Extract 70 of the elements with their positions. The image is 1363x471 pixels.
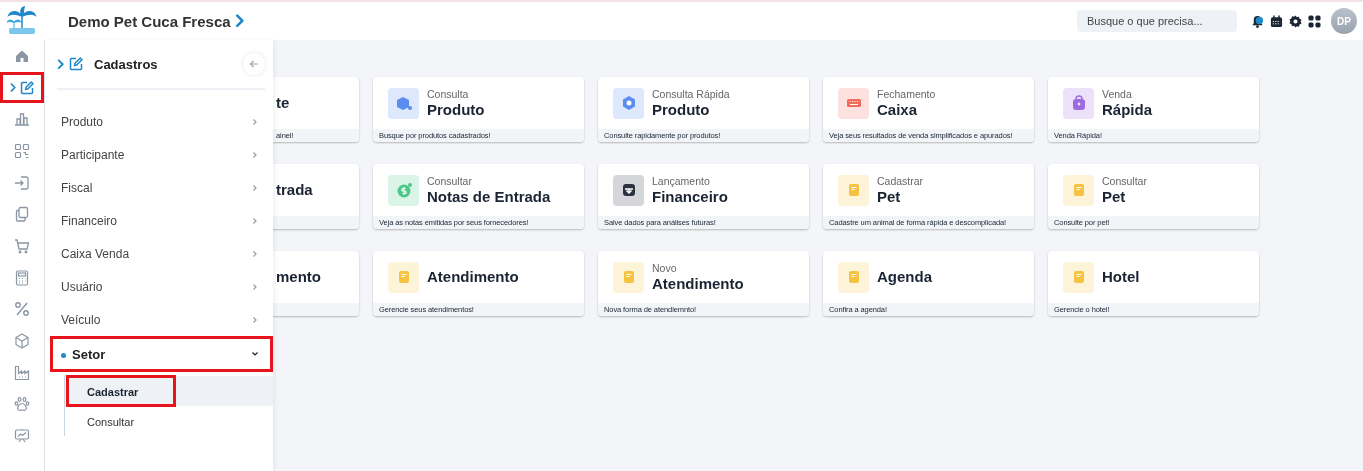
card-title: trada [276, 181, 313, 199]
app-title: Demo Pet Cuca Fresca [68, 12, 231, 30]
bell-icon[interactable] [1251, 14, 1264, 28]
card-subtitle: Cadastrar [877, 174, 924, 188]
shortcut-card[interactable]: trada [273, 164, 359, 229]
menu-item[interactable]: Produto [45, 105, 273, 138]
search-field[interactable]: Busque o que precisa... [1077, 10, 1237, 32]
edit-icon[interactable] [18, 79, 35, 96]
card-title: Atendimento [427, 268, 519, 286]
card-title: Pet [1102, 187, 1127, 206]
card-subtitle: Venda [1102, 87, 1133, 101]
card-subtitle: Consulta [427, 87, 470, 101]
card-title: Produto [427, 100, 485, 119]
chevron-right-icon [251, 315, 259, 324]
presentation-icon[interactable] [14, 428, 30, 445]
shortcut-card[interactable]: mento [273, 251, 359, 316]
card-subtitle: Lançamento [652, 174, 711, 188]
card-title: Atendimento [652, 274, 744, 293]
card-title: Produto [652, 100, 711, 119]
panel-title: Cadastros [94, 56, 159, 72]
edit-icon [68, 56, 84, 72]
settings-icon[interactable] [1289, 14, 1302, 28]
menu-item[interactable]: Financeiro [45, 204, 273, 237]
card-title: Caixa [877, 100, 919, 119]
chevron-right-icon [251, 117, 259, 126]
card-title: te [276, 94, 290, 112]
cart-icon[interactable] [14, 237, 30, 254]
menu-item[interactable]: Usuário [45, 270, 273, 303]
qr-code-icon[interactable] [14, 142, 30, 159]
menu-item[interactable]: Fiscal [45, 171, 273, 204]
submenu-item[interactable]: Consultar [65, 406, 273, 436]
copy-icon[interactable] [14, 206, 30, 223]
card-subtitle: Consulta Rápida [652, 87, 730, 101]
chevron-right-icon [251, 216, 259, 225]
factory-icon[interactable] [14, 364, 30, 381]
calculator-icon[interactable] [14, 269, 30, 286]
arrow-left-icon [249, 59, 259, 69]
chevron-icon [57, 58, 64, 70]
menu-item[interactable]: Veículo [45, 303, 273, 336]
menu-item[interactable]: Participante [45, 138, 273, 171]
card-subtitle: Consultar [1102, 174, 1147, 188]
chevron-icon [9, 83, 16, 93]
logo-icon [6, 6, 38, 36]
chevron-icon[interactable] [234, 14, 244, 28]
card-title: Hotel [1102, 268, 1140, 286]
login-icon[interactable] [14, 174, 30, 191]
apps-grid-icon[interactable] [1308, 14, 1321, 28]
card-title: Pet [877, 187, 902, 206]
menu-item[interactable]: Caixa Venda [45, 237, 273, 270]
chevron-right-icon [251, 249, 259, 258]
chevron-down-icon [251, 350, 259, 358]
card-title: Financeiro [652, 187, 728, 206]
card-title: Notas de Entrada [427, 187, 551, 206]
card-subtitle: Consultar [427, 174, 473, 188]
card-subtitle: Fechamento [877, 87, 936, 101]
menu-item[interactable]: Setor [50, 336, 273, 372]
percent-icon[interactable] [14, 301, 30, 318]
chevron-right-icon [251, 282, 259, 291]
card-title: Rápida [1102, 100, 1152, 119]
bar-chart-icon[interactable] [14, 111, 30, 128]
submenu-item[interactable]: Cadastrar [65, 376, 273, 406]
card-title: mento [276, 268, 321, 286]
card-subtitle: Novo [652, 261, 678, 275]
chevron-right-icon [251, 150, 259, 159]
cube-icon[interactable] [14, 333, 30, 350]
calendar-icon[interactable] [1270, 14, 1283, 28]
card-title: Agenda [877, 268, 932, 286]
back-button[interactable] [243, 53, 265, 75]
paw-icon[interactable] [14, 396, 30, 413]
chevron-right-icon [251, 183, 259, 192]
